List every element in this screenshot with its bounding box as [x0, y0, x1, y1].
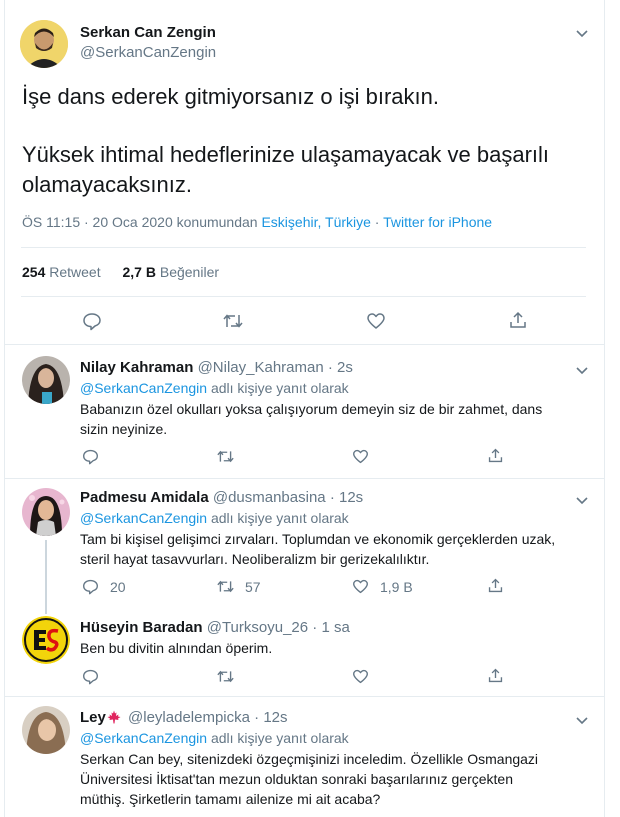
reply-icon[interactable] — [82, 448, 99, 465]
tweet-text-line3: olamayacaksınız. — [22, 172, 192, 197]
retweet-label: Retweet — [49, 264, 101, 280]
share-icon[interactable] — [487, 447, 504, 464]
tweet-meta: ÖS 11:15 · 20 Oca 2020 konumundan Eskişe… — [22, 214, 492, 230]
share-icon[interactable] — [487, 667, 504, 684]
reply-author-name[interactable]: Ley — [80, 709, 106, 726]
tweet-text-line1: İşe dans ederek gitmiyorsanız o işi bıra… — [22, 84, 439, 109]
retweet-icon[interactable] — [216, 668, 235, 685]
separator: · — [254, 709, 260, 726]
reply-header: Ley @leyladelempicka · 12s — [80, 709, 288, 726]
reply-count: 20 — [110, 579, 126, 595]
author-avatar[interactable] — [20, 20, 68, 68]
reply-author-handle[interactable]: @dusmanbasina — [213, 489, 326, 506]
retweet-count: 254 — [22, 264, 46, 280]
maple-leaf-icon — [107, 710, 121, 724]
reply-text-line2: steril hayat tasavvurları. Neoliberalizm… — [80, 551, 430, 567]
separator: · — [312, 619, 318, 636]
divider — [4, 696, 605, 697]
reply-time[interactable]: 1 sa — [321, 619, 349, 636]
separator: · — [327, 359, 333, 376]
replying-to-handle[interactable]: @SerkanCanZengin — [80, 510, 207, 526]
separator: · — [329, 489, 335, 506]
reply-author-handle[interactable]: @leyladelempicka — [128, 709, 250, 726]
reply-text-line1: Serkan Can bey, sitenizdeki özgeçmişiniz… — [80, 751, 539, 767]
reply-text-line2: Üniversitesi İktisat'tan mezun olduktan … — [80, 771, 513, 787]
reply-author-name[interactable]: Hüseyin Baradan — [80, 619, 203, 636]
tweet-timestamp[interactable]: ÖS 11:15 · 20 Oca 2020 konumundan — [22, 214, 261, 230]
author-name[interactable]: Serkan Can Zengin — [80, 24, 216, 41]
reply-time[interactable]: 2s — [337, 359, 353, 376]
reply-header: Hüseyin Baradan @Turksoyu_26 · 1 sa — [80, 619, 350, 636]
divider — [4, 344, 605, 345]
share-icon[interactable] — [508, 310, 528, 330]
divider — [4, 478, 605, 479]
replying-to-handle[interactable]: @SerkanCanZengin — [80, 730, 207, 746]
reply-text-line3: müthiş. Şirketlerin tamamı ailenize mi a… — [80, 791, 381, 807]
retweet-count: 57 — [245, 579, 261, 595]
replying-to-label: adlı kişiye yanıt olarak — [207, 380, 349, 396]
reply-author-name[interactable]: Nilay Kahraman — [80, 359, 193, 376]
reply-header: Padmesu Amidala @dusmanbasina · 12s — [80, 489, 363, 506]
reply-icon[interactable] — [82, 668, 99, 685]
replying-to-label: adlı kişiye yanıt olarak — [207, 730, 349, 746]
reply-avatar[interactable] — [22, 356, 70, 404]
author-handle[interactable]: @SerkanCanZengin — [80, 44, 216, 61]
reply-time[interactable]: 12s — [263, 709, 287, 726]
divider — [21, 296, 586, 297]
reply-time[interactable]: 12s — [339, 489, 363, 506]
reply-author-handle[interactable]: @Turksoyu_26 — [207, 619, 308, 636]
reply-header: Nilay Kahraman @Nilay_Kahraman · 2s — [80, 359, 353, 376]
replying-to: @SerkanCanZengin adlı kişiye yanıt olara… — [80, 380, 349, 396]
reply-author-handle[interactable]: @Nilay_Kahraman — [198, 359, 324, 376]
reply-text-line2: sizin neyinize. — [80, 421, 168, 437]
meta-separator: · — [370, 214, 384, 230]
reply-icon[interactable] — [82, 311, 102, 331]
chevron-down-icon[interactable] — [574, 712, 590, 728]
chevron-down-icon[interactable] — [574, 492, 590, 508]
share-icon[interactable] — [487, 577, 504, 594]
like-icon[interactable] — [352, 448, 369, 465]
retweet-icon[interactable] — [216, 578, 235, 595]
tweet-source-link[interactable]: Twitter for iPhone — [383, 214, 492, 230]
retweet-icon[interactable] — [216, 448, 235, 465]
reply-text-line1: Babanızın özel okulları yoksa çalışıyoru… — [80, 401, 543, 417]
like-count: 1,9 B — [380, 579, 413, 595]
tweet-stats: 254 Retweet 2,7 B Beğeniler — [22, 264, 219, 280]
chevron-down-icon[interactable] — [574, 362, 590, 378]
reply-icon[interactable] — [82, 578, 99, 595]
replying-to-label: adlı kişiye yanıt olarak — [207, 510, 349, 526]
like-icon[interactable] — [352, 578, 369, 595]
replying-to: @SerkanCanZengin adlı kişiye yanıt olara… — [80, 510, 349, 526]
reply-author-name[interactable]: Padmesu Amidala — [80, 489, 209, 506]
chevron-down-icon[interactable] — [574, 25, 590, 41]
divider — [21, 247, 586, 248]
reply-avatar[interactable] — [22, 616, 70, 664]
replying-to-handle[interactable]: @SerkanCanZengin — [80, 380, 207, 396]
like-count: 2,7 B — [122, 264, 156, 280]
retweet-stat[interactable]: 254 Retweet — [22, 264, 101, 280]
reply-avatar[interactable] — [22, 488, 70, 536]
reply-text-line1: Ben bu divitin alnından öperim. — [80, 640, 273, 656]
tweet-location-link[interactable]: Eskişehir, Türkiye — [261, 214, 370, 230]
like-stat[interactable]: 2,7 B Beğeniler — [123, 264, 220, 280]
like-label: Beğeniler — [159, 264, 220, 280]
thread-line — [45, 540, 47, 614]
like-icon[interactable] — [352, 668, 369, 685]
retweet-icon[interactable] — [222, 311, 244, 331]
reply-avatar[interactable] — [22, 706, 70, 754]
replying-to: @SerkanCanZengin adlı kişiye yanıt olara… — [80, 730, 349, 746]
like-icon[interactable] — [366, 311, 386, 331]
tweet-text-line2: Yüksek ihtimal hedeflerinize ulaşamayaca… — [22, 142, 550, 167]
reply-text-line1: Tam bi kişisel gelişimci zırvaları. Topl… — [80, 531, 556, 547]
